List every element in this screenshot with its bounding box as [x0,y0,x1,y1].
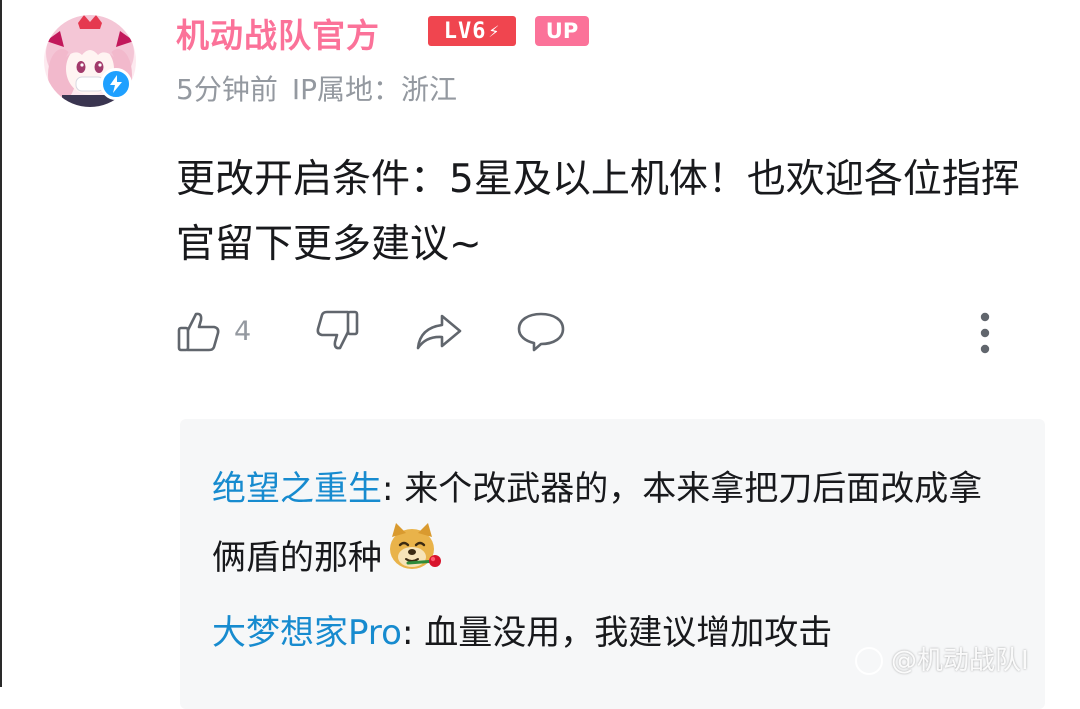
level-badge: LV6 ⚡ [428,16,516,46]
username[interactable]: 机动战队官方 [176,9,380,57]
comment-bubble-icon [516,308,566,354]
reply-button[interactable] [516,308,566,354]
like-count: 4 [234,315,252,347]
reply-separator: : [401,613,425,653]
reply-item[interactable]: 绝望之重生: 来个改武器的，本来拿把刀后面改成拿俩盾的那种 [212,457,992,598]
up-badge: UP [535,16,589,46]
dislike-button[interactable] [314,308,360,354]
level-badge-text: LV6 [443,18,487,44]
reply-text: 血量没用，我建议增加攻击 [424,613,833,653]
doge-rose-emoji-icon [386,521,442,598]
share-arrow-icon [414,308,464,354]
thumbs-up-icon [176,308,222,354]
reply-separator: : [382,469,405,509]
time-ago: 5分钟前 [176,73,278,106]
share-button[interactable] [414,308,464,354]
weibo-logo-icon [855,647,883,675]
more-vertical-icon [978,312,992,358]
more-button[interactable] [978,312,992,354]
reply-username[interactable]: 大梦想家Pro [212,613,402,653]
reply-username[interactable]: 绝望之重生 [212,469,382,509]
comment-meta: 5分钟前 IP属地：浙江 [176,68,457,108]
window-left-edge [0,0,2,687]
watermark: @机动战队I [855,640,1029,677]
watermark-text: @机动战队I [891,646,1029,676]
like-button[interactable]: 4 [176,308,251,354]
comment-text: 更改开启条件：5星及以上机体！也欢迎各位指挥官留下更多建议~ [176,157,1020,267]
thumbs-down-icon [314,308,360,354]
lightning-verified-icon [100,68,132,100]
ip-location: IP属地：浙江 [291,73,457,106]
lightning-icon: ⚡ [488,20,501,42]
